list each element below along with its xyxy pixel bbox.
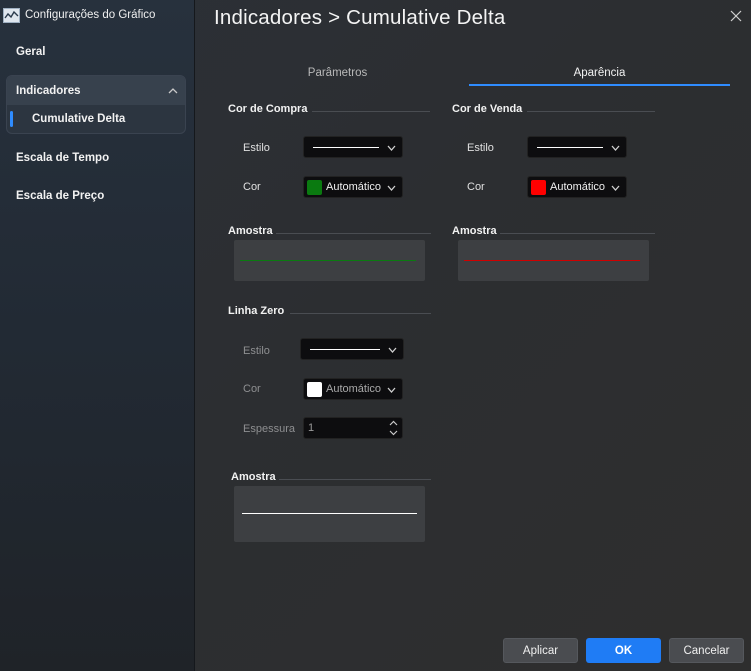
linha-zero-estilo-dropdown[interactable] — [300, 338, 404, 360]
sidebar-item-cumulative-delta[interactable]: Cumulative Delta — [7, 105, 185, 133]
section-title-venda: Cor de Venda — [452, 103, 523, 115]
chevron-down-icon — [388, 347, 397, 353]
stepper-arrows-icon[interactable] — [388, 419, 399, 437]
section-title-amostra-venda: Amostra — [452, 225, 497, 237]
color-swatch — [531, 179, 546, 195]
divider — [279, 479, 431, 480]
chevron-up-icon[interactable] — [167, 85, 179, 97]
divider — [527, 111, 655, 112]
tab-parametros[interactable]: Parâmetros — [207, 60, 468, 86]
close-icon — [730, 10, 742, 22]
line-style-sample — [537, 146, 603, 148]
color-value: Automático — [326, 383, 382, 395]
sidebar: Configurações do Gráfico Geral Indicador… — [0, 0, 195, 671]
cor-label: Cor — [467, 181, 485, 193]
app-title-bar: Configurações do Gráfico — [0, 0, 195, 30]
sidebar-item-label: Indicadores — [16, 84, 81, 97]
sample-line — [240, 260, 416, 261]
close-button[interactable] — [722, 3, 750, 29]
sidebar-item-indicadores[interactable]: Indicadores — [7, 76, 185, 105]
sample-line — [464, 260, 640, 261]
apply-button[interactable]: Aplicar — [503, 638, 578, 663]
divider — [290, 313, 431, 314]
line-style-sample — [310, 348, 380, 350]
sidebar-item-label: Escala de Preço — [16, 190, 105, 202]
espessura-stepper[interactable]: 1 — [303, 417, 403, 439]
chevron-down-icon — [387, 387, 396, 393]
line-style-sample — [313, 146, 379, 148]
sidebar-group-indicadores: Indicadores Cumulative Delta — [6, 75, 186, 134]
sidebar-item-geral[interactable]: Geral — [6, 37, 186, 67]
cor-label: Cor — [243, 181, 261, 193]
selection-marker — [10, 111, 13, 127]
chevron-down-icon — [387, 185, 396, 191]
tab-label: Aparência — [573, 67, 626, 79]
chevron-down-icon — [611, 185, 620, 191]
page-title: Indicadores > Cumulative Delta — [214, 6, 506, 29]
sidebar-item-label: Geral — [16, 46, 46, 58]
divider — [500, 233, 655, 234]
chevron-down-icon — [611, 145, 620, 151]
venda-estilo-dropdown[interactable] — [527, 136, 627, 158]
chart-icon — [3, 7, 20, 23]
section-title-compra: Cor de Compra — [228, 103, 308, 115]
venda-sample-preview — [458, 240, 649, 281]
sidebar-item-label: Escala de Tempo — [16, 152, 110, 164]
espessura-label: Espessura — [243, 423, 295, 435]
sidebar-item-escala-tempo[interactable]: Escala de Tempo — [6, 143, 186, 173]
sidebar-item-label: Cumulative Delta — [32, 113, 126, 125]
app-title: Configurações do Gráfico — [25, 9, 156, 21]
divider — [276, 233, 431, 234]
venda-cor-dropdown[interactable]: Automático — [527, 176, 627, 198]
section-title-amostra-linha-zero: Amostra — [231, 471, 276, 483]
cancel-button[interactable]: Cancelar — [669, 638, 744, 663]
section-title-amostra-compra: Amostra — [228, 225, 273, 237]
chevron-down-icon — [387, 145, 396, 151]
sample-line — [242, 513, 417, 514]
estilo-label: Estilo — [243, 142, 270, 154]
compra-cor-dropdown[interactable]: Automático — [303, 176, 403, 198]
color-swatch — [307, 179, 322, 195]
color-value: Automático — [550, 181, 606, 193]
compra-sample-preview — [234, 240, 425, 281]
divider — [312, 111, 430, 112]
cor-label: Cor — [243, 383, 261, 395]
color-swatch — [307, 381, 322, 397]
linha-zero-sample-preview — [234, 486, 425, 542]
espessura-value: 1 — [308, 422, 315, 434]
section-title-linha-zero: Linha Zero — [228, 305, 285, 317]
sidebar-item-escala-preco[interactable]: Escala de Preço — [6, 181, 186, 211]
estilo-label: Estilo — [243, 345, 270, 357]
settings-window: Configurações do Gráfico Geral Indicador… — [0, 0, 751, 671]
linha-zero-cor-dropdown[interactable]: Automático — [303, 378, 403, 400]
tab-label: Parâmetros — [307, 67, 368, 79]
compra-estilo-dropdown[interactable] — [303, 136, 403, 158]
color-value: Automático — [326, 181, 382, 193]
ok-button[interactable]: OK — [586, 638, 661, 663]
tab-aparencia[interactable]: Aparência — [469, 60, 730, 86]
estilo-label: Estilo — [467, 142, 494, 154]
